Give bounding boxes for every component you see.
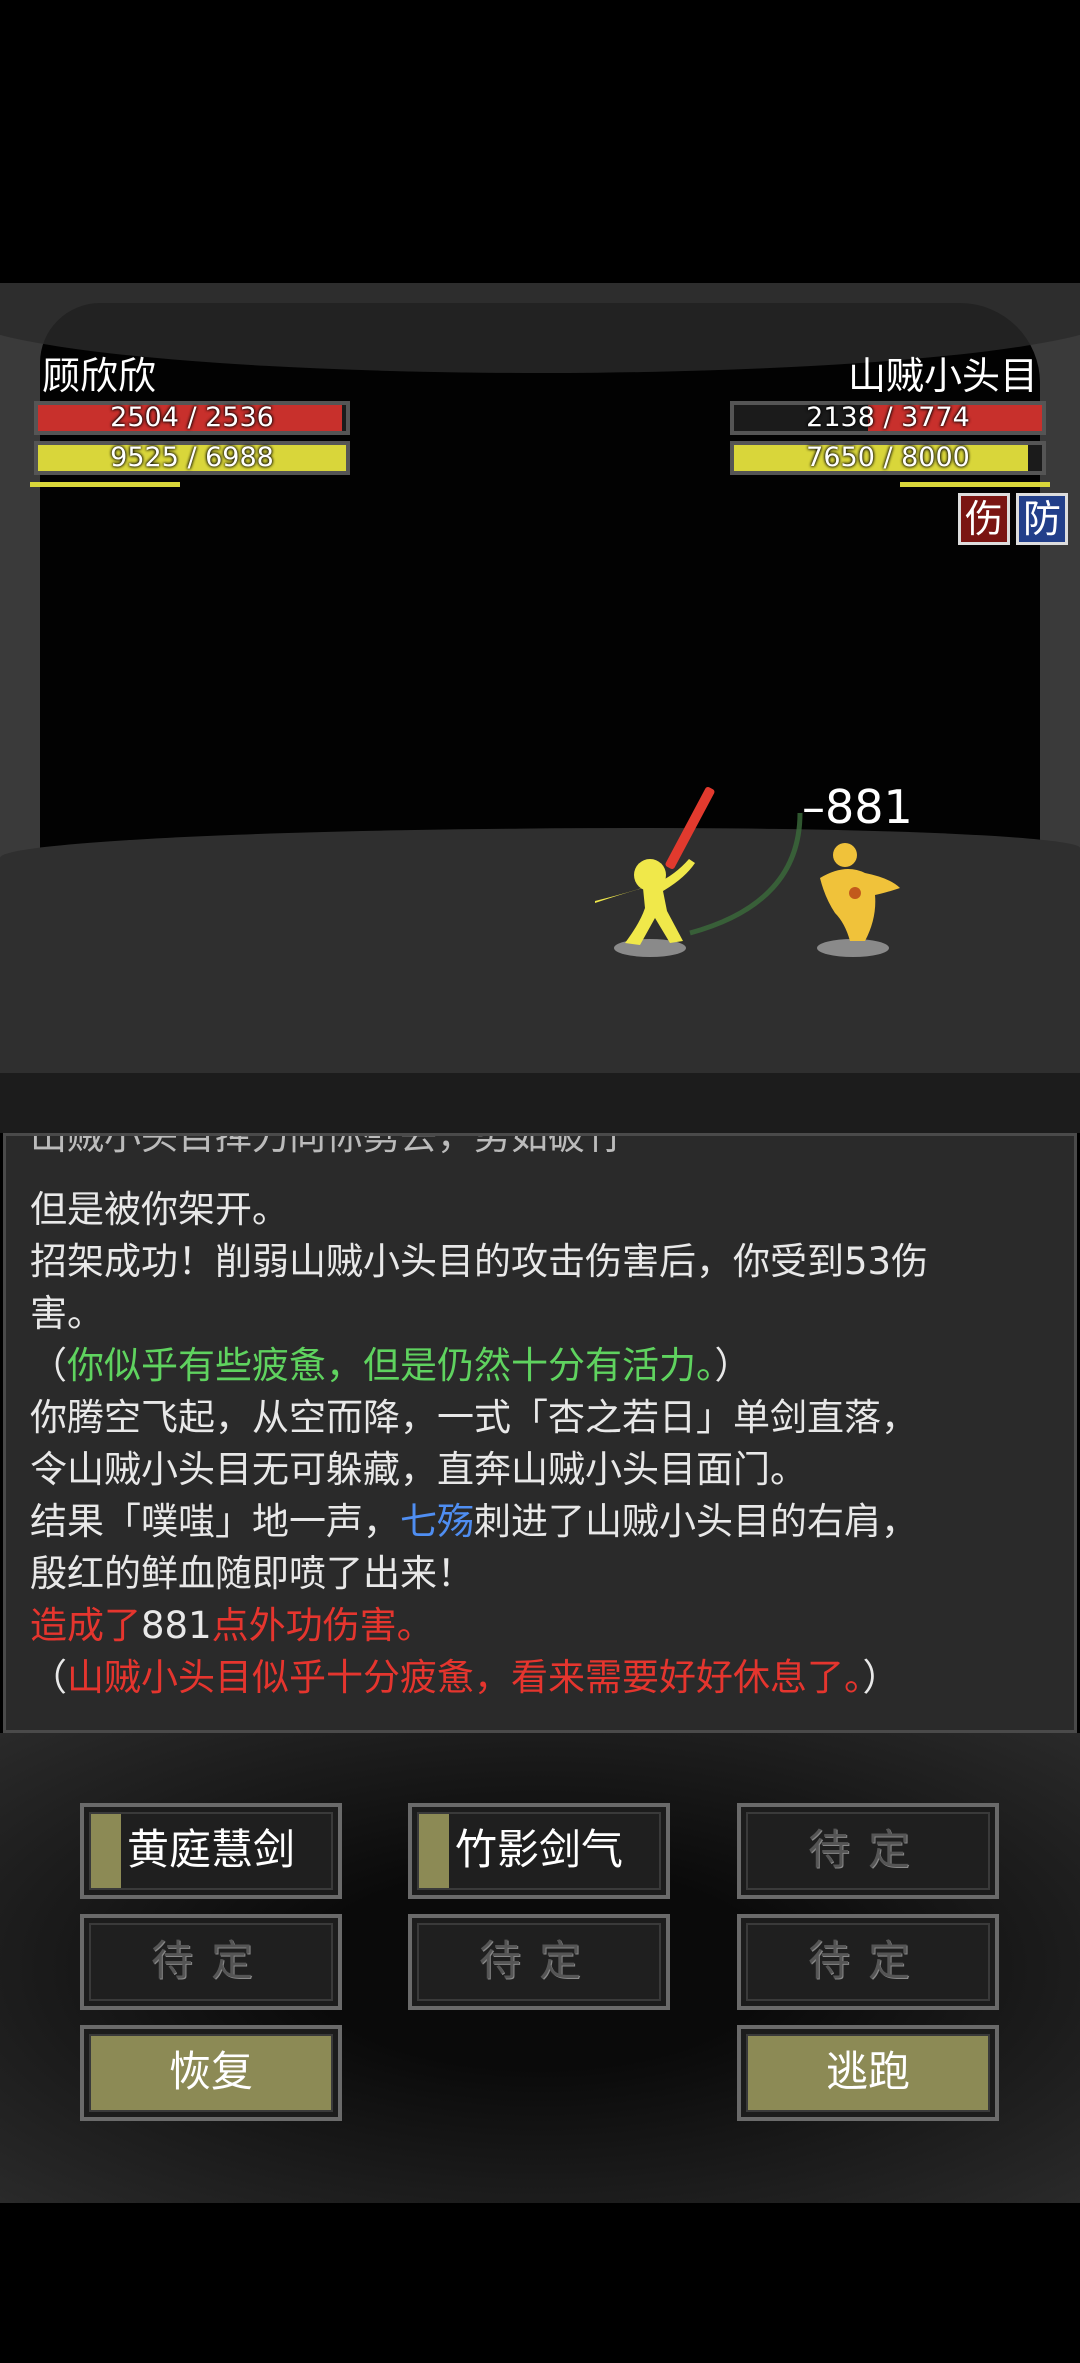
log-body: 但是被你架开。 招架成功！削弱山贼小头目的攻击伤害后，你受到53伤 害。 （你似乎有些… (6, 1184, 1074, 1704)
player-fighter (595, 786, 715, 957)
enemy-energy-line (900, 482, 1050, 487)
log-text-segment: 结果「噗嗤」地一声， (30, 1500, 400, 1543)
log-text-segment: 令山贼小头目无可躲藏，直奔山贼小头目面门。 (30, 1448, 807, 1491)
recover-label: 恢复 (168, 2047, 253, 2096)
skill-panel: 黄庭慧剑 竹影剑气 待定 待定 待定 待定 恢复 逃跑 (0, 1733, 1080, 2203)
skill-label: 待定 (807, 1825, 928, 1874)
log-text-segment: 造成了 (30, 1604, 141, 1647)
log-text-segment: ） (714, 1344, 752, 1387)
log-line: （山贼小头目似乎十分疲惫，看来需要好好休息了。） (6, 1652, 1074, 1704)
log-line: 招架成功！削弱山贼小头目的攻击伤害后，你受到53伤 (6, 1236, 1074, 1288)
log-text-segment: 殷红的鲜血随即喷了出来！ (30, 1552, 474, 1595)
skill-label: 待定 (807, 1936, 928, 1985)
enemy-hp-bar: 2138 / 3774 (730, 401, 1046, 435)
player-mp-bar: 9525 / 6988 (34, 441, 350, 475)
log-text-segment: 害。 (30, 1292, 104, 1335)
bottom-black-band (0, 2203, 1080, 2363)
defense-status-badge[interactable]: 防 (1016, 493, 1068, 545)
skill-button-zhuying[interactable]: 竹影剑气 (408, 1803, 670, 1899)
log-text-segment: 你腾空飞起，从空而降，一式「杏之若日」单剑直落， (30, 1396, 918, 1439)
skill-slot-pending-1[interactable]: 待定 (737, 1803, 999, 1899)
player-name: 顾欣欣 (42, 354, 157, 398)
log-text-segment: 刺进了山贼小头目的右肩， (474, 1500, 918, 1543)
battle-log[interactable]: 山贼小头目挥刀向你劈去，势如破竹 但是被你架开。招架成功！削弱山贼小头目的攻击伤… (3, 1133, 1077, 1733)
recover-button[interactable]: 恢复 (80, 2025, 342, 2121)
player-mp-text: 9525 / 6988 (110, 442, 274, 473)
log-text-segment: （ (30, 1344, 67, 1387)
enemy-fighter (817, 843, 900, 957)
injury-status-badge[interactable]: 伤 (958, 493, 1010, 545)
skill-slot-pending-2[interactable]: 待定 (80, 1914, 342, 2010)
log-text-segment: 点外功伤害。 (211, 1604, 434, 1647)
player-energy-line (30, 482, 180, 487)
log-line: （你似乎有些疲惫，但是仍然十分有活力。） (6, 1340, 1074, 1392)
log-text-segment: ） (862, 1656, 900, 1699)
log-text-segment: 招架成功！削弱山贼小头目的攻击伤害后，你受到53伤 (30, 1240, 929, 1283)
skill-label: 黄庭慧剑 (126, 1825, 295, 1874)
log-line: 但是被你架开。 (6, 1184, 1074, 1236)
log-line: 造成了881点外功伤害。 (6, 1600, 1074, 1652)
skill-slot-pending-3[interactable]: 待定 (408, 1914, 670, 2010)
log-line: 害。 (6, 1288, 1074, 1340)
enemy-hp-text: 2138 / 3774 (806, 402, 970, 433)
skill-label: 竹影剑气 (454, 1825, 623, 1874)
skill-label: 待定 (478, 1936, 599, 1985)
enemy-mp-bar: 7650 / 8000 (730, 441, 1046, 475)
log-line: 令山贼小头目无可躲藏，直奔山贼小头目面门。 (6, 1444, 1074, 1496)
log-line: 你腾空飞起，从空而降，一式「杏之若日」单剑直落， (6, 1392, 1074, 1444)
battle-scene: 顾欣欣 2504 / 2536 9525 / 6988 山贼小头目 2138 /… (0, 283, 1080, 1133)
skill-slot-pending-4[interactable]: 待定 (737, 1914, 999, 2010)
top-black-band (0, 0, 1080, 283)
log-cut-line: 山贼小头目挥刀向你劈去，势如破竹 (30, 1133, 622, 1158)
flee-label: 逃跑 (825, 2047, 910, 2096)
log-text-segment: （ (30, 1656, 67, 1699)
flee-button[interactable]: 逃跑 (737, 2025, 999, 2121)
player-hp-text: 2504 / 2536 (110, 402, 274, 433)
log-line: 结果「噗嗤」地一声，七殇刺进了山贼小头目的右肩， (6, 1496, 1074, 1548)
log-text-segment: 七殇 (400, 1500, 474, 1543)
log-text-segment: 你似乎有些疲惫，但是仍然十分有活力。 (67, 1344, 715, 1387)
enemy-name: 山贼小头目 (847, 354, 1038, 398)
enemy-mp-text: 7650 / 8000 (806, 442, 970, 473)
log-text-segment: 山贼小头目似乎十分疲惫，看来需要好好休息了。 (67, 1656, 863, 1699)
skill-label: 待定 (150, 1936, 271, 1985)
log-text-segment: 881 (141, 1604, 212, 1647)
ground-edge (0, 1073, 1080, 1133)
log-text-segment: 但是被你架开。 (30, 1188, 289, 1231)
log-line: 殷红的鲜血随即喷了出来！ (6, 1548, 1074, 1600)
player-hp-bar: 2504 / 2536 (34, 401, 350, 435)
skill-button-huangting[interactable]: 黄庭慧剑 (80, 1803, 342, 1899)
